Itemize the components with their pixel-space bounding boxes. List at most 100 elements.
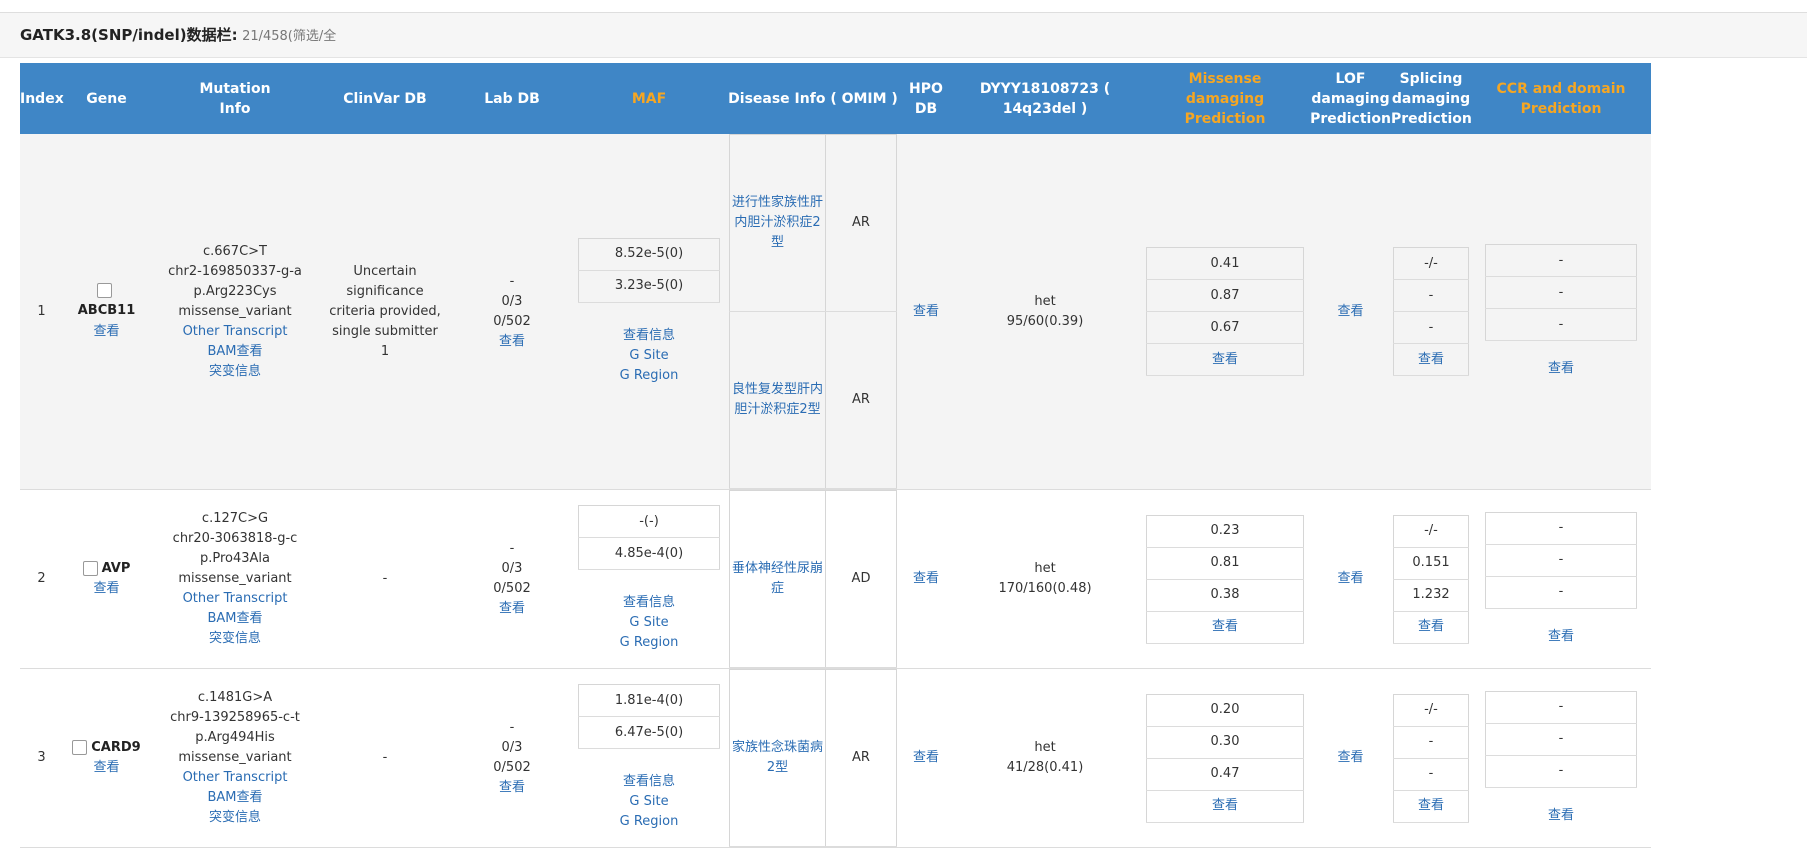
- disease-cell: 垂体神经性尿崩症 AD: [724, 489, 902, 669]
- splicing-score: 0.151: [1393, 546, 1469, 580]
- col-lof-l2: damaging: [1311, 90, 1390, 107]
- clinvar-text: single submitter: [332, 323, 438, 339]
- ccr-view-link[interactable]: 查看: [1548, 808, 1574, 823]
- row-select-checkbox[interactable]: [72, 740, 88, 756]
- gene-cell: AVP 查看: [63, 489, 150, 669]
- g-site-link[interactable]: G Site: [629, 794, 668, 809]
- ccr-value: -: [1485, 244, 1637, 277]
- clinvar-cell: -: [320, 489, 450, 669]
- mutation-info-link[interactable]: 突变信息: [209, 631, 261, 646]
- missense-score: 0.67: [1146, 311, 1304, 344]
- zygosity: het: [1034, 293, 1056, 309]
- splicing-score: 1.232: [1393, 578, 1469, 612]
- splicing-view-link[interactable]: 查看: [1418, 352, 1444, 367]
- gene-view-link[interactable]: 查看: [93, 324, 119, 339]
- disease-name[interactable]: 家族性念珠菌病2型: [729, 669, 826, 847]
- mut-cdna: c.1481G>A: [197, 690, 273, 705]
- missense-view-link[interactable]: 查看: [1212, 798, 1238, 813]
- hpo-cell: 查看: [902, 134, 950, 490]
- col-disease[interactable]: Disease Info ( OMIM ): [724, 63, 902, 134]
- mutation-cell: c.667C>T chr2-169850337-g-a p.Arg223Cys …: [150, 134, 320, 490]
- mut-protein: p.Arg494His: [195, 730, 275, 745]
- hpo-view-link[interactable]: 查看: [913, 571, 939, 586]
- hpo-view-link[interactable]: 查看: [913, 750, 939, 765]
- maf-view-info-link[interactable]: 查看信息: [623, 774, 675, 789]
- mut-protein: p.Pro43Ala: [199, 551, 271, 566]
- ccr-value: -: [1485, 276, 1637, 309]
- col-clinvar[interactable]: ClinVar DB: [320, 63, 450, 134]
- maf-view-info-link[interactable]: 查看信息: [623, 595, 675, 610]
- mutation-info-link[interactable]: 突变信息: [209, 364, 261, 379]
- other-transcript-link[interactable]: Other Transcript: [183, 591, 288, 606]
- other-transcript-link[interactable]: Other Transcript: [183, 770, 288, 785]
- col-ccr-l1: CCR and domain: [1496, 80, 1626, 97]
- maf-view-info-link[interactable]: 查看信息: [623, 328, 675, 343]
- ccr-value: -: [1485, 511, 1637, 545]
- ccr-value: -: [1485, 543, 1637, 577]
- hpo-cell: 查看: [902, 668, 950, 848]
- col-gene[interactable]: Gene: [63, 63, 150, 134]
- variant-table: Index Gene Mutation Info ClinVar DB Lab D…: [20, 63, 1807, 848]
- g-site-link[interactable]: G Site: [629, 348, 668, 363]
- hpo-cell: 查看: [902, 489, 950, 669]
- col-maf[interactable]: MAF: [574, 63, 724, 134]
- col-ccr-l2: Prediction: [1520, 100, 1602, 117]
- mutation-info-link[interactable]: 突变信息: [209, 810, 261, 825]
- col-index[interactable]: Index: [20, 63, 64, 134]
- lof-view-link[interactable]: 查看: [1337, 750, 1363, 765]
- col-missense[interactable]: Missense damaging Prediction: [1140, 63, 1310, 134]
- lof-cell: 查看: [1310, 134, 1391, 490]
- clinvar-text: criteria provided,: [329, 303, 441, 319]
- table-header-row: Index Gene Mutation Info ClinVar DB Lab D…: [20, 63, 1807, 134]
- missense-view-link[interactable]: 查看: [1212, 352, 1238, 367]
- col-mutation-l2: Info: [219, 100, 251, 117]
- disease-cell: 家族性念珠菌病2型 AR: [724, 668, 902, 848]
- bam-view-link[interactable]: BAM查看: [207, 611, 262, 626]
- g-region-link[interactable]: G Region: [620, 814, 679, 829]
- splicing-view-link[interactable]: 查看: [1418, 619, 1444, 634]
- col-sample[interactable]: DYYY18108723 ( 14q23del ): [950, 63, 1140, 134]
- lof-view-link[interactable]: 查看: [1337, 571, 1363, 586]
- table-row: 1 ABCB11 查看 c.667C>T chr2-169850337-g-a …: [20, 134, 1807, 490]
- disease-name[interactable]: 垂体神经性尿崩症: [729, 490, 826, 668]
- other-transcript-link[interactable]: Other Transcript: [183, 324, 288, 339]
- lab-cell: - 0/3 0/502 查看: [450, 489, 574, 669]
- read-depth: 41/28(0.41): [1006, 760, 1084, 775]
- col-splicing[interactable]: Splicing damaging Prediction: [1391, 63, 1472, 134]
- ccr-view-link[interactable]: 查看: [1548, 361, 1574, 376]
- mut-cdna: c.127C>G: [201, 511, 269, 526]
- lab-view-link[interactable]: 查看: [499, 601, 525, 616]
- g-region-link[interactable]: G Region: [620, 368, 679, 383]
- lab-view-link[interactable]: 查看: [499, 780, 525, 795]
- missense-view-link[interactable]: 查看: [1212, 619, 1238, 634]
- col-lof-l1: LOF: [1335, 70, 1366, 87]
- row-select-checkbox[interactable]: [97, 283, 112, 299]
- col-splicing-l1: Splicing: [1399, 70, 1463, 87]
- splicing-view-link[interactable]: 查看: [1418, 798, 1444, 813]
- missense-score: 0.23: [1146, 514, 1304, 548]
- ccr-view-link[interactable]: 查看: [1548, 629, 1574, 644]
- col-ccr[interactable]: CCR and domain Prediction: [1471, 63, 1651, 134]
- maf-cell: 1.81e-4(0) 6.47e-5(0) 查看信息 G Site G Regi…: [574, 668, 724, 848]
- bam-view-link[interactable]: BAM查看: [207, 344, 262, 359]
- missense-score: 0.41: [1146, 247, 1304, 280]
- row-select-checkbox[interactable]: [82, 561, 98, 577]
- ccr-value: -: [1485, 754, 1637, 788]
- disease-name[interactable]: 良性复发型肝内胆汁淤积症2型: [729, 311, 826, 489]
- col-lab[interactable]: Lab DB: [450, 63, 574, 134]
- mut-cdna: c.667C>T: [202, 243, 267, 259]
- gene-view-link[interactable]: 查看: [93, 760, 119, 775]
- disease-name[interactable]: 进行性家族性肝内胆汁淤积症2型: [729, 134, 826, 312]
- bam-view-link[interactable]: BAM查看: [207, 790, 262, 805]
- missense-score: 0.20: [1146, 693, 1304, 727]
- g-site-link[interactable]: G Site: [629, 615, 668, 630]
- col-mutation[interactable]: Mutation Info: [150, 63, 320, 134]
- col-lof[interactable]: LOF damaging Prediction: [1310, 63, 1391, 134]
- col-hpo[interactable]: HPO DB: [902, 63, 950, 134]
- lab-view-link[interactable]: 查看: [499, 334, 525, 349]
- missense-cell: 0.20 0.30 0.47 查看: [1140, 668, 1310, 848]
- g-region-link[interactable]: G Region: [620, 635, 679, 650]
- lof-view-link[interactable]: 查看: [1337, 304, 1363, 319]
- gene-view-link[interactable]: 查看: [93, 581, 119, 596]
- hpo-view-link[interactable]: 查看: [913, 304, 939, 319]
